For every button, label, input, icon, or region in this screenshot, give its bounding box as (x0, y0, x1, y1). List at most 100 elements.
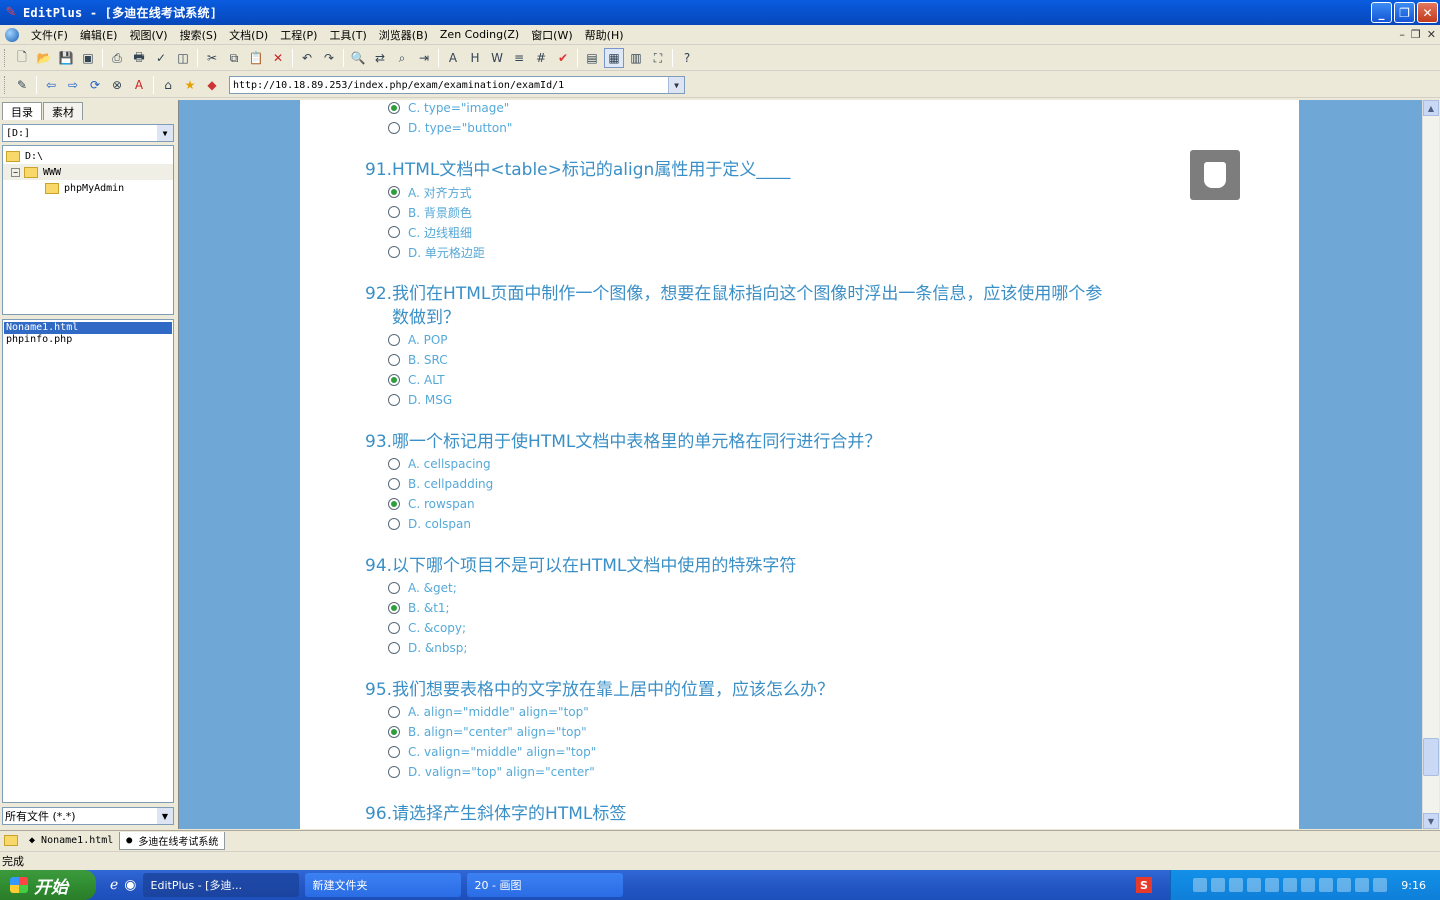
toolbar-grip[interactable] (4, 49, 7, 67)
option-item[interactable]: D. colspan (388, 514, 493, 534)
favorites-star-icon[interactable]: ★ (180, 75, 200, 95)
menu-project[interactable]: 工程(P) (274, 27, 323, 43)
option-item[interactable]: D. type="button" (388, 118, 512, 138)
task-new-folder[interactable]: 新建文件夹 (304, 873, 461, 897)
redo-icon[interactable]: ↷ (319, 48, 339, 68)
spell-check-icon[interactable]: ✓ (151, 48, 171, 68)
scroll-down-icon[interactable]: ▼ (1423, 813, 1439, 829)
radio-button[interactable] (388, 226, 400, 238)
option-item[interactable]: B. 背景颜色 (388, 202, 485, 222)
task-editplus[interactable]: EditPlus - [多迪... (142, 873, 299, 897)
option-item[interactable]: C. &copy; (388, 618, 467, 638)
find-in-files-icon[interactable]: ⌕ (392, 48, 412, 68)
option-item[interactable]: C. 边线粗细 (388, 222, 485, 242)
tray-icon[interactable] (1337, 878, 1352, 892)
stop-icon[interactable]: ⊗ (107, 75, 127, 95)
volume-icon[interactable] (1355, 878, 1370, 892)
undo-icon[interactable]: ↶ (297, 48, 317, 68)
tray-icon[interactable] (1247, 878, 1262, 892)
menu-file[interactable]: 文件(F) (25, 27, 74, 43)
font-icon[interactable]: A (443, 48, 463, 68)
back-arrow-icon[interactable]: ⇦ (41, 75, 61, 95)
drive-select[interactable]: [D:] ▼ (2, 124, 174, 142)
output-window-icon[interactable]: ▥ (626, 48, 646, 68)
option-item[interactable]: D. &nbsp; (388, 638, 467, 658)
option-item[interactable]: A. 对齐方式 (388, 182, 485, 202)
folder-tree[interactable]: D:\ − WWW phpMyAdmin (2, 145, 174, 315)
tray-icon[interactable] (1283, 878, 1298, 892)
option-item[interactable]: A. &get; (388, 578, 467, 598)
paste-icon[interactable]: 📋 (246, 48, 266, 68)
open-folder-icon[interactable]: 📂 (34, 48, 54, 68)
radio-button[interactable] (388, 602, 400, 614)
option-item[interactable]: B. SRC (388, 350, 452, 370)
task-paint[interactable]: 20 - 画图 (466, 873, 623, 897)
tray-icon[interactable] (1301, 878, 1316, 892)
radio-button[interactable] (388, 374, 400, 386)
browser-preview-icon[interactable]: ◫ (173, 48, 193, 68)
floating-tool-button[interactable] (1190, 150, 1240, 200)
option-item[interactable]: B. &t1; (388, 598, 467, 618)
menu-search[interactable]: 搜索(S) (174, 27, 224, 43)
file-item[interactable]: phpinfo.php (4, 334, 172, 346)
menu-zen-coding[interactable]: Zen Coding(Z) (434, 28, 525, 41)
forward-arrow-icon[interactable]: ⇨ (63, 75, 83, 95)
tray-icon[interactable] (1211, 878, 1226, 892)
mdi-minimize-button[interactable]: – (1399, 28, 1405, 41)
folder-icon[interactable] (4, 835, 18, 846)
option-item[interactable]: D. MSG (388, 390, 452, 410)
refresh-icon[interactable]: ⟳ (85, 75, 105, 95)
option-item[interactable]: C. valign="middle" align="top" (388, 742, 596, 762)
radio-button[interactable] (388, 354, 400, 366)
chevron-down-icon[interactable]: ▼ (668, 77, 684, 93)
option-item[interactable]: A. cellspacing (388, 454, 493, 474)
option-item[interactable]: A. POP (388, 330, 452, 350)
file-filter-select[interactable]: 所有文件 (*.*) ▼ (2, 807, 174, 825)
find-icon[interactable]: 🔍 (348, 48, 368, 68)
menu-window[interactable]: 窗口(W) (525, 27, 578, 43)
tray-icon[interactable] (1229, 878, 1244, 892)
print-preview-icon[interactable]: ⎙ (107, 48, 127, 68)
tray-icon[interactable] (1193, 878, 1208, 892)
radio-button[interactable] (388, 458, 400, 470)
clock[interactable]: 9:16 (1401, 879, 1426, 892)
radio-button[interactable] (388, 102, 400, 114)
browser-icon[interactable]: ◉ (124, 877, 136, 893)
menu-edit[interactable]: 编辑(E) (74, 27, 124, 43)
option-item[interactable]: C. rowspan (388, 494, 493, 514)
minimize-button[interactable]: _ (1371, 2, 1392, 23)
ie-icon[interactable]: ℯ (110, 877, 118, 893)
word-wrap-icon[interactable]: W (487, 48, 507, 68)
option-item[interactable]: C. ALT (388, 370, 452, 390)
new-file-icon[interactable]: 🗋 (12, 48, 32, 68)
radio-button[interactable] (388, 186, 400, 198)
tab-noname1[interactable]: ◆ Noname1.html (23, 832, 119, 850)
tray-icon[interactable] (1319, 878, 1334, 892)
radio-button[interactable] (388, 582, 400, 594)
directory-window-icon[interactable]: ▤ (582, 48, 602, 68)
radio-button[interactable] (388, 726, 400, 738)
browser-mode-icon[interactable]: ▦ (604, 48, 624, 68)
cut-icon[interactable]: ✂ (202, 48, 222, 68)
menu-browser[interactable]: 浏览器(B) (373, 27, 434, 43)
globe-icon[interactable] (5, 27, 19, 42)
tray-icon[interactable] (1265, 878, 1280, 892)
radio-button[interactable] (388, 766, 400, 778)
radio-button[interactable] (388, 394, 400, 406)
ruler-icon[interactable]: ≡ (509, 48, 529, 68)
copy-icon[interactable]: ⧉ (224, 48, 244, 68)
radio-button[interactable] (388, 246, 400, 258)
option-item[interactable]: B. cellpadding (388, 474, 493, 494)
radio-button[interactable] (388, 122, 400, 134)
save-icon[interactable]: 💾 (56, 48, 76, 68)
option-item[interactable]: C. type="image" (388, 100, 512, 118)
text-mode-icon[interactable]: A (129, 75, 149, 95)
bookmark-icon[interactable]: ◆ (202, 75, 222, 95)
print-icon[interactable]: 🖶 (129, 48, 149, 68)
network-icon[interactable] (1373, 878, 1388, 892)
fullscreen-icon[interactable]: ⛶ (648, 48, 668, 68)
edit-pencil-icon[interactable]: ✎ (12, 75, 32, 95)
file-item[interactable]: Noname1.html (4, 322, 172, 334)
title-bar[interactable]: ✎ EditPlus - [多迪在线考试系统] _ ❐ ✕ (0, 0, 1440, 25)
save-all-icon[interactable]: ▣ (78, 48, 98, 68)
